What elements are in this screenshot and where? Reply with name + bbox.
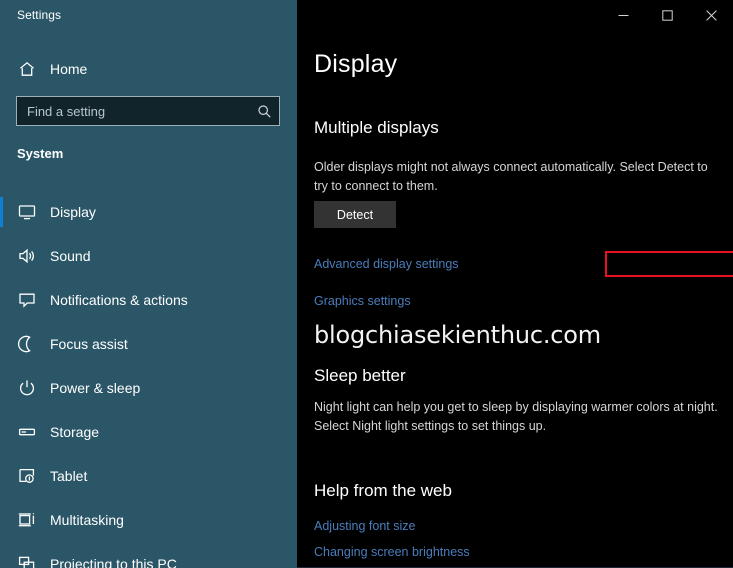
page-title: Display: [314, 50, 398, 78]
selection-indicator: [0, 329, 3, 359]
sidebar-item-sound[interactable]: Sound: [0, 234, 297, 278]
sidebar-item-home-label: Home: [50, 61, 88, 77]
sidebar-item-notifications-label: Notifications & actions: [50, 292, 188, 308]
selection-indicator: [0, 417, 3, 447]
window-controls: [601, 0, 733, 30]
selection-indicator: [0, 461, 3, 491]
moon-icon: [16, 333, 38, 355]
sidebar-item-storage[interactable]: Storage: [0, 410, 297, 454]
sidebar-item-storage-label: Storage: [50, 424, 100, 440]
sidebar-item-projecting-label: Projecting to this PC: [50, 556, 177, 568]
sidebar-item-notifications[interactable]: Notifications & actions: [0, 278, 297, 322]
help-from-web-heading: Help from the web: [314, 481, 452, 500]
adjusting-font-size-link[interactable]: Adjusting font size: [314, 519, 415, 533]
selection-indicator: [0, 549, 3, 568]
sidebar-item-home[interactable]: Home: [0, 54, 297, 84]
chat-bubble-icon: [16, 289, 38, 311]
selection-indicator: [0, 505, 3, 535]
changing-screen-brightness-link[interactable]: Changing screen brightness: [314, 545, 470, 559]
tablet-touch-icon: [16, 465, 38, 487]
minimize-button[interactable]: [601, 0, 645, 30]
sidebar-item-tablet-label: Tablet: [50, 468, 88, 484]
highlight-rectangle: [605, 251, 733, 277]
app-title: Settings: [17, 8, 62, 22]
monitor-icon: [16, 201, 38, 223]
sidebar-item-tablet[interactable]: Tablet: [0, 454, 297, 498]
search-input[interactable]: [27, 103, 256, 119]
speaker-icon: [16, 245, 38, 267]
main-content: Display Multiple displays Older displays…: [297, 0, 733, 568]
multitasking-icon: [16, 509, 38, 531]
sidebar-section-system: System: [17, 146, 64, 161]
sidebar: Settings Home System: [0, 0, 297, 568]
sidebar-item-sound-label: Sound: [50, 248, 91, 264]
maximize-button[interactable]: [645, 0, 689, 30]
selection-indicator: [0, 373, 3, 403]
sidebar-item-power-sleep[interactable]: Power & sleep: [0, 366, 297, 410]
home-icon: [16, 58, 38, 80]
sidebar-item-focus-assist-label: Focus assist: [50, 336, 128, 352]
detect-button[interactable]: Detect: [314, 201, 396, 228]
sidebar-item-multitasking-label: Multitasking: [50, 512, 124, 528]
close-button[interactable]: [689, 0, 733, 30]
multiple-displays-description: Older displays might not always connect …: [314, 160, 708, 193]
settings-window: Settings Home System: [0, 0, 733, 568]
sidebar-item-display-label: Display: [50, 204, 96, 220]
search-icon: [256, 103, 272, 119]
sleep-better-heading: Sleep better: [314, 366, 406, 385]
sidebar-item-power-sleep-label: Power & sleep: [50, 380, 141, 396]
drive-icon: [16, 421, 38, 443]
sidebar-item-display[interactable]: Display: [0, 190, 297, 234]
watermark-text: blogchiasekienthuc.com: [314, 321, 601, 349]
sleep-better-description: Night light can help you get to sleep by…: [314, 400, 718, 433]
power-icon: [16, 377, 38, 399]
selection-indicator: [0, 241, 3, 271]
selection-indicator: [0, 285, 3, 315]
multiple-displays-heading: Multiple displays: [314, 118, 439, 137]
sidebar-item-projecting[interactable]: Projecting to this PC: [0, 542, 297, 568]
graphics-settings-link[interactable]: Graphics settings: [314, 294, 411, 308]
sidebar-nav: Display Sound Notifications & actions Fo…: [0, 190, 297, 568]
advanced-display-settings-link[interactable]: Advanced display settings: [314, 257, 459, 271]
sidebar-item-multitasking[interactable]: Multitasking: [0, 498, 297, 542]
selection-indicator: [0, 197, 3, 227]
project-screen-icon: [16, 553, 38, 568]
sidebar-item-focus-assist[interactable]: Focus assist: [0, 322, 297, 366]
search-box[interactable]: [16, 96, 280, 126]
